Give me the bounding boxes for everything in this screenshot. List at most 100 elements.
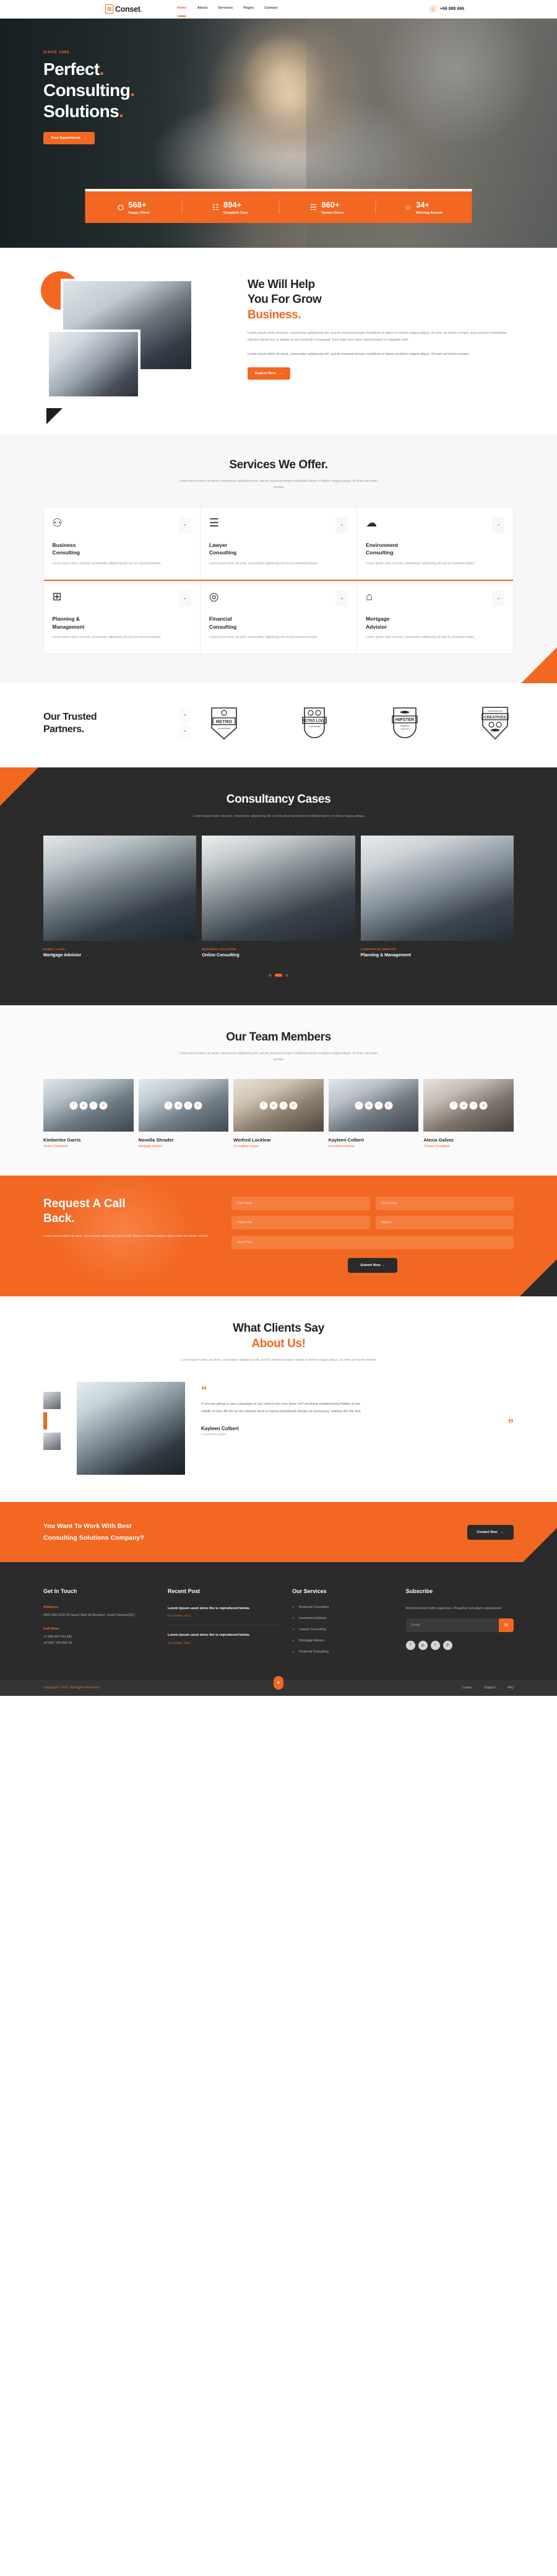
scroll-to-top-button[interactable]: ▲: [274, 1675, 283, 1690]
footer-service-link[interactable]: Mortgage Advisor: [299, 1639, 324, 1643]
instagram-icon[interactable]: ◎: [459, 1101, 468, 1110]
nav-item-services[interactable]: Services: [218, 6, 233, 12]
service-card[interactable]: ⊞ » Planning & Management Lorem ipsum do…: [43, 580, 201, 654]
service-card[interactable]: ☰ » Lawyer Consulting Lorem ipsum dolor …: [199, 507, 358, 580]
recent-post-item[interactable]: Lorem Ipsum used since the is reproduced…: [168, 1605, 282, 1626]
service-arrow-button[interactable]: »: [492, 517, 505, 534]
case-card[interactable]: BUSINESS SOLUTION Online Consulting: [202, 835, 355, 958]
footer-service-link[interactable]: Investment Advisor: [299, 1617, 327, 1620]
footer-service-item[interactable]: » Business Consulting: [292, 1605, 395, 1609]
case-card[interactable]: CORPORATE SERVICE Planning & Management: [360, 835, 514, 958]
facebook-icon[interactable]: f: [355, 1101, 363, 1110]
partners-prev-button[interactable]: «: [179, 709, 191, 723]
cta-title: You Want To Work With Best Consulting So…: [43, 1522, 144, 1542]
instagram-icon[interactable]: ◎: [418, 1640, 428, 1650]
testimonial-thumb[interactable]: [43, 1433, 61, 1451]
pinterest-icon[interactable]: p: [479, 1101, 488, 1110]
pinterest-icon[interactable]: p: [384, 1101, 393, 1110]
nav-item-pages[interactable]: Pages: [243, 6, 254, 12]
footer-service-link[interactable]: Lawyer Consulting: [299, 1628, 326, 1631]
bottom-link-support[interactable]: Support: [484, 1686, 495, 1690]
subscribe-email-input[interactable]: [405, 1618, 499, 1632]
team-member-card[interactable]: f ◎ t p Kimberlee Garris Senior Consulta…: [43, 1079, 134, 1148]
partners-next-button[interactable]: »: [179, 725, 191, 739]
recent-post-item[interactable]: Lorem Ipsum used since the is reproduced…: [168, 1632, 281, 1651]
facebook-icon[interactable]: f: [405, 1640, 415, 1650]
instagram-icon[interactable]: ◎: [174, 1101, 183, 1110]
footer-service-item[interactable]: » Investment Advisor: [292, 1617, 395, 1620]
team-member-card[interactable]: f ◎ t p Novella Shrader Mortgage Advisor: [138, 1079, 229, 1148]
instagram-icon[interactable]: ◎: [365, 1101, 373, 1110]
service-card[interactable]: ⚇ » Business Consulting Lorem ipsum dolo…: [43, 507, 201, 580]
facebook-icon[interactable]: f: [449, 1101, 458, 1110]
free-appointment-button[interactable]: Free Appointment →: [43, 132, 95, 145]
carousel-dot[interactable]: [285, 973, 288, 977]
case-card[interactable]: HOME / LOAN Mortgage Advisior: [43, 835, 197, 958]
twitter-icon[interactable]: t: [469, 1101, 478, 1110]
twitter-icon[interactable]: t: [279, 1101, 288, 1110]
service-card[interactable]: ☁ » Environment Consulting Lorem ipsum d…: [356, 507, 514, 580]
explore-more-button[interactable]: Explore More →: [248, 367, 290, 380]
brand-logo[interactable]: Conset.: [105, 4, 142, 14]
service-arrow-button[interactable]: »: [178, 517, 191, 534]
contact-now-button[interactable]: Contact Now →: [467, 1524, 514, 1540]
pinterest-icon[interactable]: p: [99, 1101, 108, 1110]
pinterest-icon[interactable]: p: [194, 1101, 202, 1110]
footer-service-item[interactable]: » Lawyer Consulting: [292, 1628, 395, 1631]
retro-badge-icon: RETRO GUARANTEED: [205, 705, 243, 741]
testimonial-thumb[interactable]: [43, 1392, 61, 1410]
footer-service-link[interactable]: Financial Consulting: [299, 1650, 329, 1654]
service-desc: Lorem ipsum dolor sit amet, consectetur …: [209, 561, 319, 565]
team-member-card[interactable]: f ◎ t p Kayleen Colbert Investment Advis…: [328, 1079, 419, 1148]
instagram-icon[interactable]: ◎: [269, 1101, 278, 1110]
twitter-icon[interactable]: t: [374, 1101, 383, 1110]
twitter-icon[interactable]: t: [89, 1101, 98, 1110]
pinterest-icon[interactable]: p: [443, 1640, 452, 1650]
nav-item-about[interactable]: About: [197, 6, 208, 12]
services-section: Services We Offer. Lorem ipsum dolor sit…: [0, 434, 557, 684]
service-arrow-button[interactable]: »: [335, 517, 348, 534]
bottom-link-career[interactable]: Career: [462, 1686, 472, 1690]
phone-input[interactable]: [231, 1216, 370, 1230]
submit-now-button[interactable]: Submit Now →: [348, 1258, 397, 1273]
carousel-dot[interactable]: [269, 973, 272, 977]
team-member-card[interactable]: f ◎ t p Alexia Galvez Trainee Consultant: [423, 1079, 514, 1148]
twitter-icon[interactable]: t: [184, 1101, 192, 1110]
instagram-icon[interactable]: ◎: [79, 1101, 88, 1110]
about-paragraph-2: Lorem ipsum dolor sit amet, consectetur …: [248, 352, 470, 357]
stat-label: Guides Given: [321, 211, 344, 215]
service-arrow-button[interactable]: »: [335, 591, 348, 608]
bottom-link-faq[interactable]: FAQ: [507, 1686, 514, 1690]
footer-service-item[interactable]: » Mortgage Advisor: [292, 1639, 395, 1643]
team-member-name: Winfred Locklear: [233, 1137, 271, 1143]
facebook-icon[interactable]: f: [259, 1101, 268, 1110]
bottom-links: Career | Support | FAQ: [462, 1686, 514, 1690]
nav-item-contact[interactable]: Contact: [264, 6, 278, 12]
carousel-dot-active[interactable]: [275, 973, 282, 977]
facebook-icon[interactable]: f: [164, 1101, 173, 1110]
short-text-input[interactable]: [231, 1236, 514, 1250]
footer-service-link[interactable]: Business Consulting: [299, 1605, 329, 1609]
service-card[interactable]: ⌂ » Mortgage Advisior Lorem ipsum dolor …: [356, 580, 514, 654]
services-title: Services We Offer.: [229, 458, 328, 471]
service-card[interactable]: ◎ » Financial Consulting Lorem ipsum dol…: [199, 580, 358, 654]
service-arrow-button[interactable]: »: [492, 591, 505, 608]
header-phone[interactable]: ⎉ +66 888 666: [428, 5, 464, 13]
subscribe-submit-button[interactable]: ✉: [498, 1618, 514, 1632]
cta-section: You Want To Work With Best Consulting So…: [0, 1502, 557, 1562]
chat-people-icon: ⚇: [52, 517, 63, 530]
service-arrow-button[interactable]: »: [178, 591, 191, 608]
about-title-line2: You For Grow: [248, 293, 322, 307]
nav-item-home[interactable]: Home: [177, 6, 187, 12]
pinterest-icon[interactable]: p: [289, 1101, 298, 1110]
subscribe-text: Morbi interdum mollis sapierisus. Phasel…: [405, 1606, 503, 1610]
hero-section: SINCE 1996. Perfect. Consulting. Solutio…: [0, 19, 557, 248]
full-name-input[interactable]: [231, 1197, 370, 1211]
email-input[interactable]: [375, 1197, 514, 1211]
footer-service-item[interactable]: » Financial Consulting: [292, 1650, 395, 1654]
twitter-icon[interactable]: t: [430, 1640, 440, 1650]
facebook-icon[interactable]: f: [69, 1101, 78, 1110]
main-nav: Home About Services Pages Contact: [177, 6, 278, 12]
team-member-card[interactable]: f ◎ t p Winfred Locklear Consulting Lawy…: [233, 1079, 324, 1148]
subject-input[interactable]: [375, 1216, 514, 1230]
